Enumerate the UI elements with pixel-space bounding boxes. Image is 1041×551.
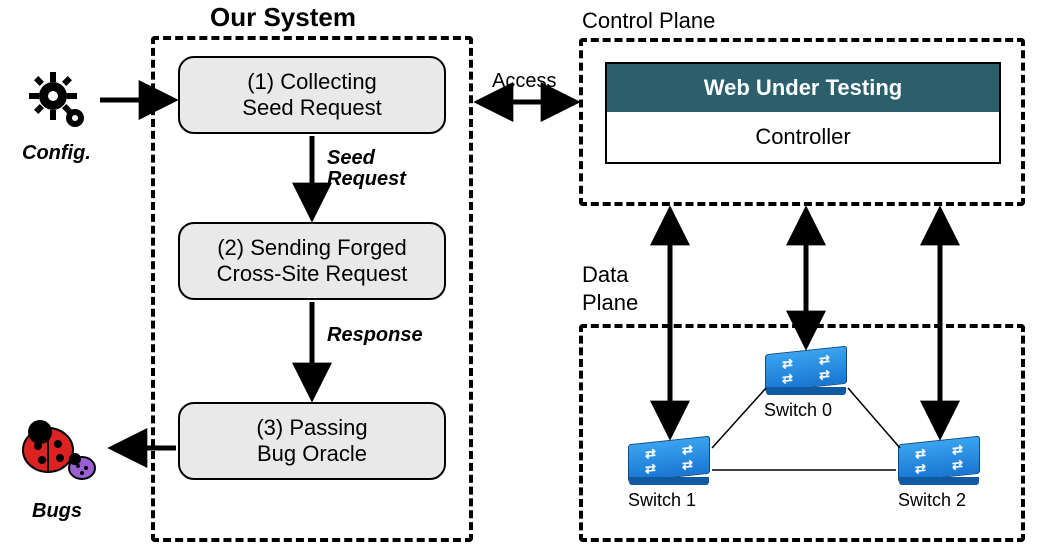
switch-2-label: Switch 2 xyxy=(898,490,966,511)
bugs-icon xyxy=(12,410,108,501)
switch-0-label: Switch 0 xyxy=(764,400,832,421)
controller-box: Controller xyxy=(605,112,1001,164)
switch-1-label: Switch 1 xyxy=(628,490,696,511)
bugs-label: Bugs xyxy=(32,500,82,523)
control-plane-label: Control Plane xyxy=(582,8,715,34)
data-plane-label-line1: Data xyxy=(582,262,628,288)
access-label: Access xyxy=(492,70,556,93)
data-plane-label-line2: Plane xyxy=(582,290,638,316)
our-system-title: Our System xyxy=(210,2,356,33)
web-under-testing-box: Web Under Testing xyxy=(605,62,1001,114)
switch-2-icon: ⇄⇄ ⇄⇄ xyxy=(898,440,980,478)
edge-response-label: Response xyxy=(327,324,423,347)
switch-0-icon: ⇄⇄ ⇄⇄ xyxy=(765,350,847,388)
stage-2-box: (2) Sending Forged Cross-Site Request xyxy=(178,222,446,300)
gears-icon xyxy=(25,68,95,143)
edge-seed-request-label: Seed Request xyxy=(327,148,406,190)
stage-3-box: (3) Passing Bug Oracle xyxy=(178,402,446,480)
stage-1-box: (1) Collecting Seed Request xyxy=(178,56,446,134)
config-label: Config. xyxy=(22,142,91,165)
switch-1-icon: ⇄⇄ ⇄⇄ xyxy=(628,440,710,478)
